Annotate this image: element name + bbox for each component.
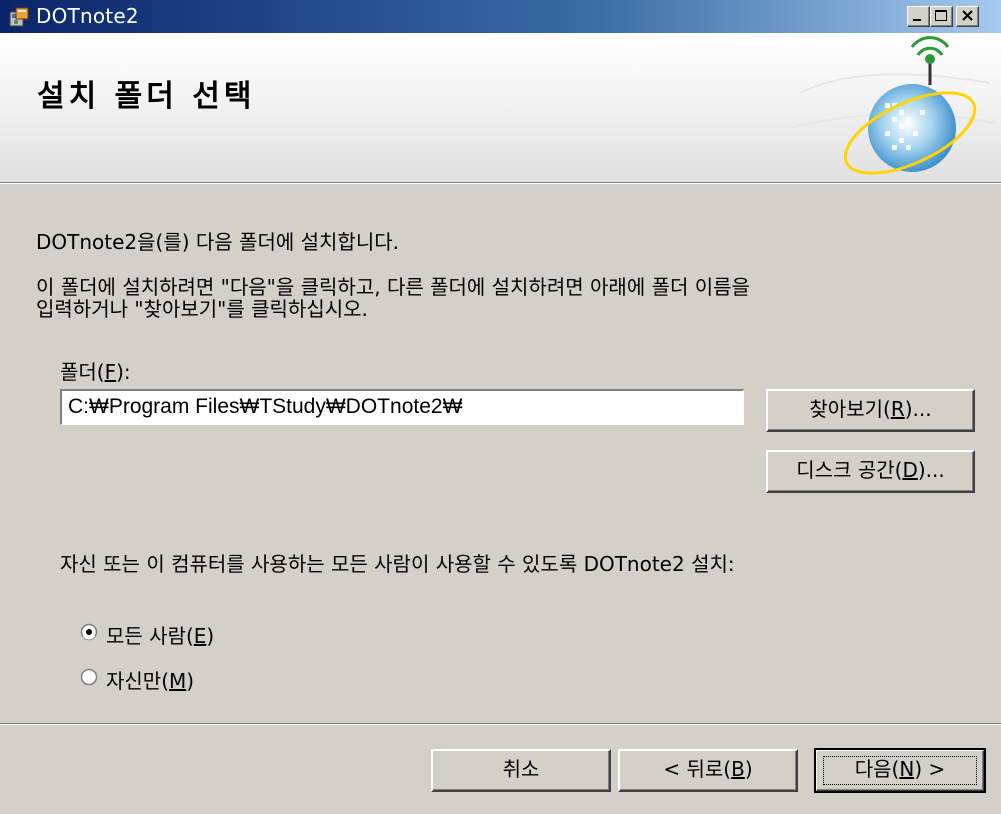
globe-antenna-icon bbox=[789, 36, 996, 175]
folder-label: 폴더(F): bbox=[60, 356, 131, 385]
radio-just-me-label[interactable]: 자신만(M) bbox=[106, 665, 194, 694]
radio-everyone-accesskey: E bbox=[193, 624, 207, 648]
radio-everyone-dot bbox=[86, 629, 92, 635]
radio-everyone-text: 모든 사람( bbox=[106, 624, 194, 648]
radio-just-me-suffix: ) bbox=[186, 669, 195, 693]
folder-label-text: 폴더( bbox=[60, 360, 105, 384]
cancel-button[interactable]: 취소 bbox=[431, 749, 611, 792]
banner-divider-highlight bbox=[0, 183, 1001, 184]
browse-button[interactable]: 찾아보기(R)... bbox=[766, 389, 975, 432]
intro-instructions: 이 폴더에 설치하려면 "다음"을 클릭하고, 다른 폴더에 설치하려면 아래에… bbox=[36, 276, 750, 320]
radio-everyone-suffix: ) bbox=[206, 624, 215, 648]
back-button-suffix: ) bbox=[744, 757, 753, 781]
folder-path-input[interactable]: C:₩Program Files₩TStudy₩DOTnote2₩ bbox=[60, 389, 744, 425]
radio-just-me-text: 자신만( bbox=[106, 669, 170, 693]
browse-button-suffix: )... bbox=[904, 397, 932, 421]
close-icon bbox=[962, 10, 973, 21]
installer-window: DOTnote2 설치 폴더 선택 DOTnote2을(를) 다음 폴더에 설치… bbox=[0, 0, 1001, 814]
window-title: DOTnote2 bbox=[36, 4, 139, 28]
maximize-button[interactable] bbox=[930, 6, 953, 27]
install-for-label: 자신 또는 이 컴퓨터를 사용하는 모든 사람이 사용할 수 있도록 DOTno… bbox=[60, 552, 735, 576]
browse-button-label: 찾아보기( bbox=[809, 397, 891, 421]
back-button-label: < 뒤로( bbox=[663, 757, 732, 781]
radio-just-me[interactable] bbox=[80, 668, 98, 686]
back-button-accesskey: B bbox=[731, 757, 745, 781]
browse-button-accesskey: R bbox=[890, 397, 905, 421]
folder-label-accesskey: F bbox=[104, 360, 117, 384]
disk-space-button-accesskey: D bbox=[902, 458, 918, 482]
intro-line-2: 이 폴더에 설치하려면 "다음"을 클릭하고, 다른 폴더에 설치하려면 아래에… bbox=[36, 275, 750, 299]
disk-space-button-suffix: )... bbox=[917, 458, 945, 482]
minimize-icon bbox=[913, 19, 921, 21]
footer-divider-highlight bbox=[0, 724, 1001, 725]
disk-space-button-label: 디스크 공간( bbox=[796, 458, 903, 482]
intro-line-3: 입력하거나 "찾아보기"를 클릭하십시오. bbox=[36, 297, 368, 321]
minimize-button[interactable] bbox=[907, 6, 930, 27]
intro-line-1: DOTnote2을(를) 다음 폴더에 설치합니다. bbox=[36, 230, 399, 254]
radio-just-me-accesskey: M bbox=[169, 669, 187, 693]
folder-label-suffix: ): bbox=[116, 360, 131, 384]
title-bar: DOTnote2 bbox=[0, 0, 1001, 33]
close-button[interactable] bbox=[956, 6, 979, 27]
disk-space-button[interactable]: 디스크 공간(D)... bbox=[766, 450, 975, 493]
header-banner: 설치 폴더 선택 bbox=[0, 33, 1001, 182]
maximize-icon bbox=[935, 10, 947, 21]
focus-rectangle bbox=[823, 756, 977, 785]
back-button[interactable]: < 뒤로(B) bbox=[618, 749, 798, 792]
installer-app-icon bbox=[9, 7, 29, 27]
next-button[interactable]: 다음(N) > bbox=[814, 748, 986, 793]
radio-everyone-label[interactable]: 모든 사람(E) bbox=[106, 620, 214, 649]
radio-everyone[interactable] bbox=[80, 623, 98, 641]
page-title: 설치 폴더 선택 bbox=[37, 79, 256, 114]
